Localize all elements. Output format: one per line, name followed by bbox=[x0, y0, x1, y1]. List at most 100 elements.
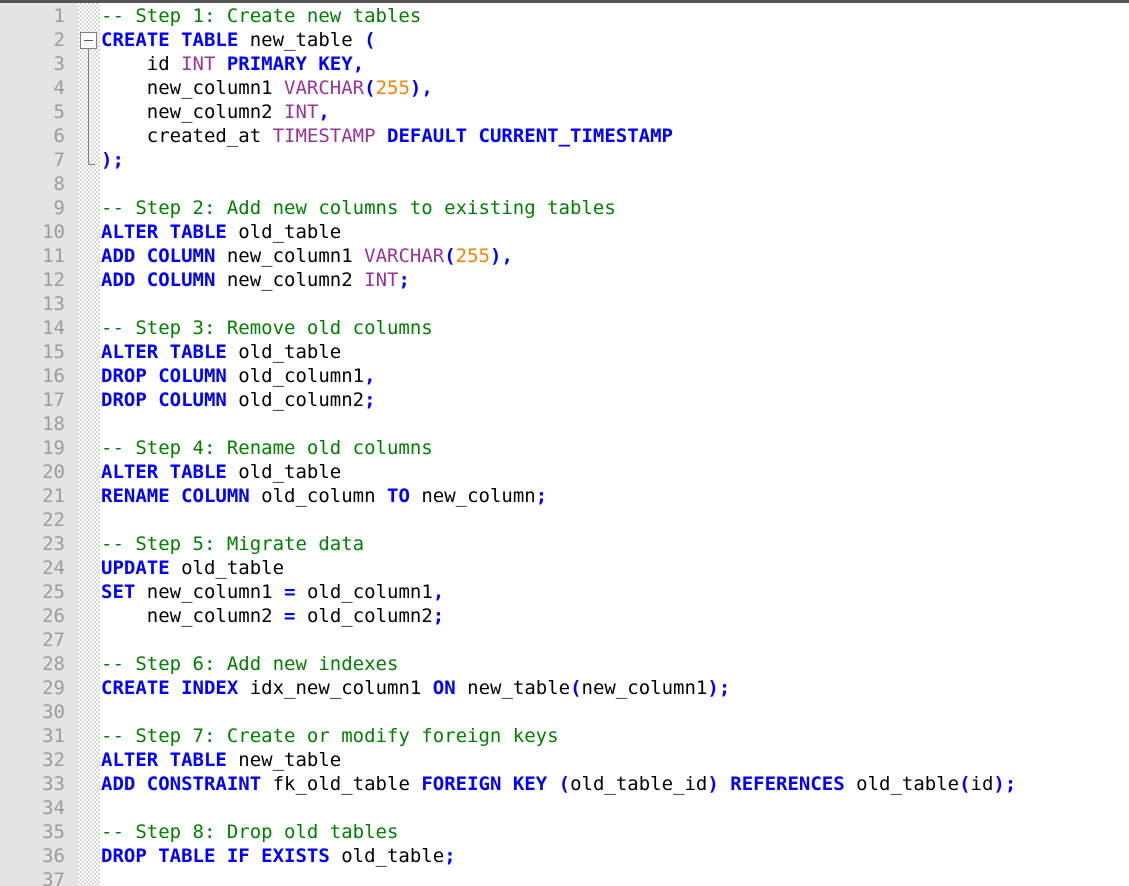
line-number: 33 bbox=[42, 773, 65, 795]
code-line[interactable]: -- Step 3: Remove old columns bbox=[100, 316, 1129, 340]
line-number: 8 bbox=[53, 173, 65, 195]
code-line[interactable]: new_column2 INT, bbox=[100, 100, 1129, 124]
code-token-punct: ; bbox=[718, 677, 731, 699]
line-number: 3 bbox=[53, 53, 65, 75]
code-token-punct: ( bbox=[364, 29, 376, 51]
code-token-comment: -- Step 8: Drop old tables bbox=[101, 821, 399, 843]
line-number: 29 bbox=[42, 677, 65, 699]
code-line[interactable]: -- Step 4: Rename old columns bbox=[100, 436, 1129, 460]
editor-body: 1 2 3 4 5 6 7 8 9 10 11 12 13 14 15 16 17 18 19 20 21 22 23 24 2… bbox=[0, 3, 1129, 886]
code-token-ident: old_table_id bbox=[570, 773, 708, 795]
code-line[interactable]: id INT PRIMARY KEY, bbox=[100, 52, 1129, 76]
code-line[interactable]: new_column1 VARCHAR(255), bbox=[100, 76, 1129, 100]
code-token-punct: , bbox=[421, 77, 433, 99]
code-token-keyword: ALTER TABLE bbox=[101, 341, 227, 363]
code-line[interactable]: RENAME COLUMN old_column TO new_column; bbox=[100, 484, 1129, 508]
code-line[interactable]: DROP COLUMN old_column1, bbox=[100, 364, 1129, 388]
line-number: 14 bbox=[42, 317, 65, 339]
code-line[interactable]: -- Step 2: Add new columns to existing t… bbox=[100, 196, 1129, 220]
line-number: 10 bbox=[42, 221, 65, 243]
code-text-area[interactable]: -- Step 1: Create new tables CREATE TABLE… bbox=[100, 3, 1129, 886]
code-line[interactable] bbox=[100, 412, 1129, 436]
code-line[interactable]: ); bbox=[100, 148, 1129, 172]
code-token-plain: new_column1 bbox=[101, 77, 285, 99]
code-token-keyword: DEFAULT CURRENT_TIMESTAMP bbox=[387, 125, 673, 147]
code-token-comment: -- Step 6: Add new indexes bbox=[101, 653, 399, 675]
sql-code-editor[interactable]: 1 2 3 4 5 6 7 8 9 10 11 12 13 14 15 16 17 18 19 20 21 22 23 24 2… bbox=[0, 0, 1129, 886]
code-line[interactable]: ALTER TABLE old_table bbox=[100, 340, 1129, 364]
line-number: 7 bbox=[53, 149, 65, 171]
code-token-number: 255 bbox=[455, 245, 490, 267]
line-number: 35 bbox=[42, 821, 65, 843]
code-token-comment: -- Step 7: Create or modify foreign keys bbox=[101, 725, 559, 747]
code-token-punct: ; bbox=[444, 845, 456, 867]
code-token-keyword: DROP TABLE IF EXISTS bbox=[101, 845, 330, 867]
code-line[interactable]: ADD COLUMN new_column1 VARCHAR(255), bbox=[100, 244, 1129, 268]
code-folding-margin[interactable] bbox=[78, 3, 100, 886]
code-token-keyword: REFERENCES bbox=[730, 773, 845, 795]
code-line[interactable]: DROP TABLE IF EXISTS old_table; bbox=[100, 844, 1129, 868]
line-number: 17 bbox=[42, 389, 65, 411]
code-token-punct: ; bbox=[1004, 773, 1017, 795]
code-token-type: TIMESTAMP bbox=[272, 125, 376, 147]
code-line[interactable] bbox=[100, 796, 1129, 820]
code-line[interactable]: ALTER TABLE old_table bbox=[100, 220, 1129, 244]
code-token-punct: ( bbox=[959, 773, 971, 795]
code-line[interactable]: ALTER TABLE new_table bbox=[100, 748, 1129, 772]
code-line[interactable]: DROP COLUMN old_column2; bbox=[100, 388, 1129, 412]
code-token-keyword: ALTER TABLE bbox=[101, 221, 227, 243]
code-line[interactable]: ADD COLUMN new_column2 INT; bbox=[100, 268, 1129, 292]
code-line[interactable] bbox=[100, 628, 1129, 652]
code-token-ident: old_table bbox=[341, 845, 445, 867]
line-number: 21 bbox=[42, 485, 65, 507]
code-token-ident: old_table bbox=[181, 557, 285, 579]
code-line[interactable]: created_at TIMESTAMP DEFAULT CURRENT_TIM… bbox=[100, 124, 1129, 148]
line-number: 11 bbox=[42, 245, 65, 267]
code-line[interactable] bbox=[100, 868, 1129, 886]
code-line[interactable]: ADD CONSTRAINT fk_old_table FOREIGN KEY … bbox=[100, 772, 1129, 796]
code-token-comment: -- Step 1: Create new tables bbox=[101, 5, 422, 27]
code-line[interactable] bbox=[100, 700, 1129, 724]
code-token-punct: ; bbox=[535, 485, 548, 507]
code-line[interactable] bbox=[100, 508, 1129, 532]
line-number: 18 bbox=[42, 413, 65, 435]
code-line[interactable]: -- Step 7: Create or modify foreign keys bbox=[100, 724, 1129, 748]
line-number: 27 bbox=[42, 629, 65, 651]
code-line[interactable]: CREATE INDEX idx_new_column1 ON new_tabl… bbox=[100, 676, 1129, 700]
code-token-keyword: DROP COLUMN bbox=[101, 365, 227, 387]
code-token-keyword: UPDATE bbox=[101, 557, 170, 579]
code-line[interactable]: -- Step 8: Drop old tables bbox=[100, 820, 1129, 844]
code-line[interactable]: SET new_column1 = old_column1, bbox=[100, 580, 1129, 604]
code-line[interactable]: UPDATE old_table bbox=[100, 556, 1129, 580]
code-token-keyword: TO bbox=[387, 485, 410, 507]
line-number: 12 bbox=[42, 269, 65, 291]
code-token-ident: old_table bbox=[238, 461, 342, 483]
code-line[interactable]: new_column2 = old_column2; bbox=[100, 604, 1129, 628]
line-number: 32 bbox=[42, 749, 65, 771]
line-number-gutter[interactable]: 1 2 3 4 5 6 7 8 9 10 11 12 13 14 15 16 17 18 19 20 21 22 23 24 2… bbox=[0, 3, 78, 886]
line-number: 24 bbox=[42, 557, 65, 579]
code-token-keyword: ALTER TABLE bbox=[101, 461, 227, 483]
code-line[interactable]: ALTER TABLE old_table bbox=[100, 460, 1129, 484]
line-number: 9 bbox=[53, 197, 65, 219]
code-token-plain: new_column2 bbox=[101, 605, 285, 627]
code-line[interactable] bbox=[100, 292, 1129, 316]
code-token-punct: ) bbox=[707, 677, 719, 699]
code-line[interactable]: CREATE TABLE new_table ( bbox=[100, 28, 1129, 52]
code-line[interactable] bbox=[100, 172, 1129, 196]
code-line[interactable]: -- Step 5: Migrate data bbox=[100, 532, 1129, 556]
code-line[interactable]: -- Step 6: Add new indexes bbox=[100, 652, 1129, 676]
code-line[interactable]: -- Step 1: Create new tables bbox=[100, 4, 1129, 28]
fold-toggle-icon[interactable] bbox=[80, 32, 97, 49]
code-token-ident: id bbox=[970, 773, 994, 795]
code-token-punct: ) bbox=[409, 77, 422, 99]
